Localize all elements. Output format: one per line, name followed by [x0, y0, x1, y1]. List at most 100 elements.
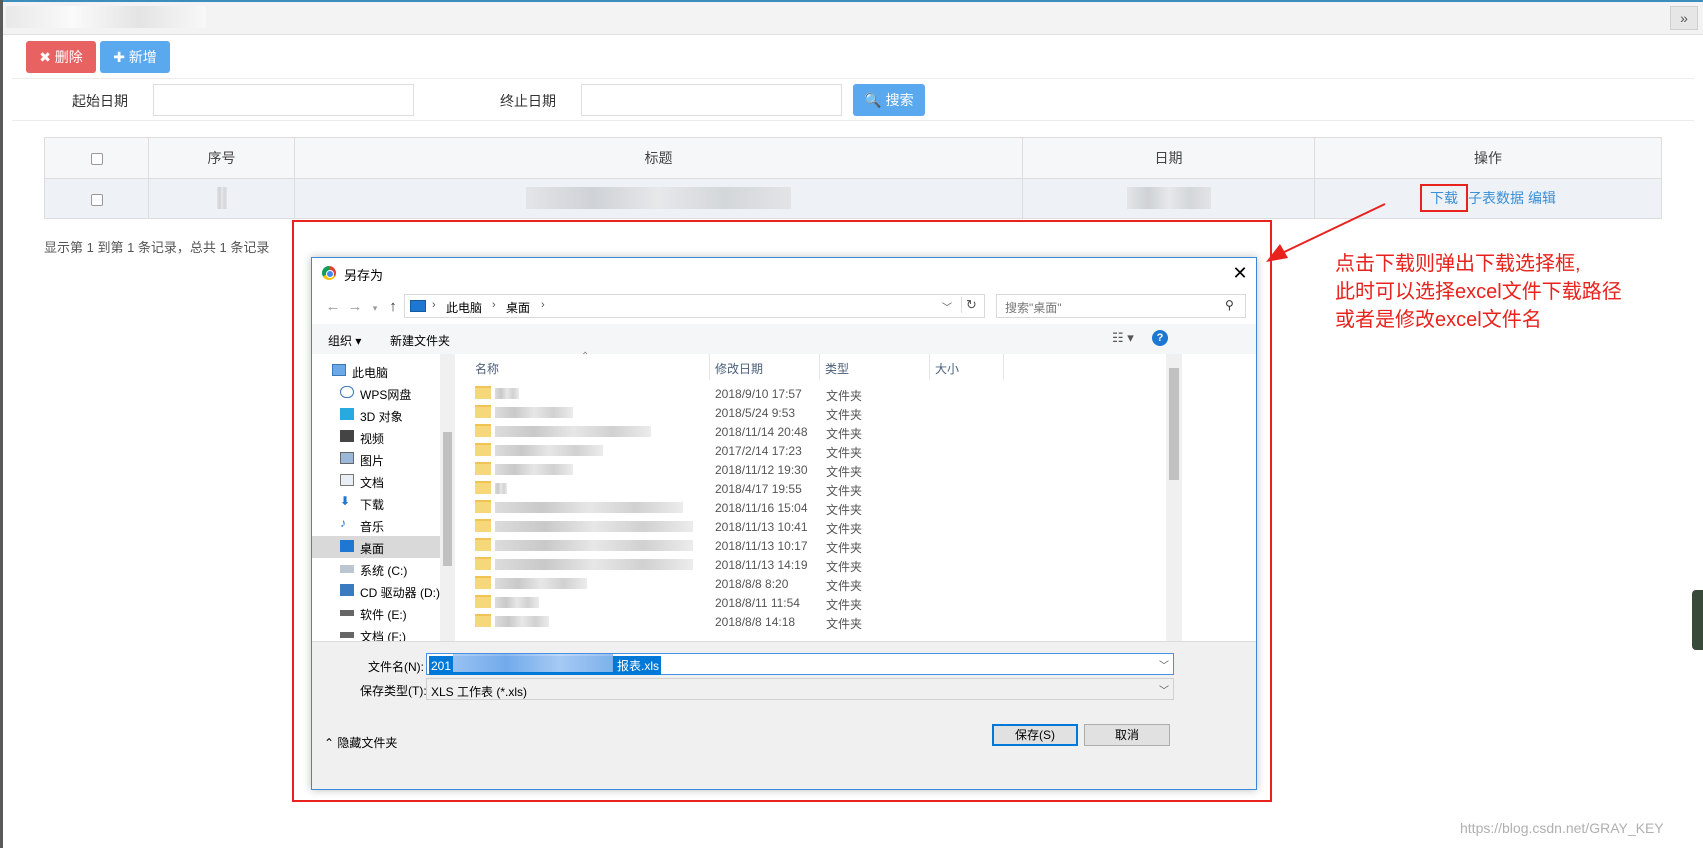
- search-icon[interactable]: ⚲: [1225, 298, 1234, 312]
- list-item[interactable]: 2018/4/17 19:55 文件夹: [469, 479, 1159, 498]
- file-list-scrollbar-thumb[interactable]: [1169, 368, 1179, 480]
- col-header-name[interactable]: 名称: [475, 360, 499, 377]
- list-item[interactable]: 2018/11/14 20:48 文件夹: [469, 422, 1159, 441]
- folder-icon: [475, 595, 491, 608]
- breadcrumb-desktop[interactable]: 桌面: [506, 299, 530, 316]
- nav-item-3d-objects[interactable]: 3D 对象: [312, 404, 440, 426]
- nav-item-drive-c[interactable]: 系统 (C:): [312, 558, 440, 580]
- download-link-highlight[interactable]: 下载: [1420, 184, 1469, 213]
- folder-icon: [475, 500, 491, 513]
- folder-icon: [475, 481, 491, 494]
- nav-item-drive-f[interactable]: 文档 (F:): [312, 624, 440, 641]
- add-button[interactable]: ✚ 新增: [100, 41, 170, 73]
- column-divider[interactable]: [1003, 354, 1004, 380]
- folder-icon: [475, 424, 491, 437]
- left-edge: [0, 0, 3, 848]
- search-button[interactable]: 🔍 搜索: [853, 84, 925, 116]
- nav-item-wps-cloud[interactable]: WPS网盘: [312, 382, 440, 404]
- list-item[interactable]: 2017/2/14 17:23 文件夹: [469, 441, 1159, 460]
- col-header-modified[interactable]: 修改日期: [715, 360, 763, 377]
- select-all-checkbox[interactable]: [90, 153, 103, 166]
- blurred-filename-overlay: [453, 654, 613, 672]
- tab-bar: [0, 0, 1703, 35]
- nav-item-documents[interactable]: 文档: [312, 470, 440, 492]
- back-arrow-icon[interactable]: ←: [324, 298, 342, 315]
- cd-drive-icon: [340, 584, 354, 596]
- list-item[interactable]: 2018/11/13 14:19 文件夹: [469, 555, 1159, 574]
- chevron-down-icon[interactable]: ﹀: [1159, 657, 1169, 672]
- side-widget[interactable]: [1692, 590, 1703, 650]
- delete-button[interactable]: ✖ 删除: [26, 41, 96, 73]
- breadcrumb-chevron-icon[interactable]: ›: [492, 299, 496, 311]
- list-item[interactable]: 2018/11/13 10:41 文件夹: [469, 517, 1159, 536]
- list-item[interactable]: 2018/11/12 19:30 文件夹: [469, 460, 1159, 479]
- column-divider[interactable]: [709, 354, 710, 380]
- folder-icon: [475, 614, 491, 627]
- help-icon[interactable]: ?: [1152, 330, 1168, 346]
- filename-label: 文件名(N):: [368, 660, 424, 674]
- col-header-type[interactable]: 类型: [825, 360, 849, 377]
- nav-item-drive-e[interactable]: 软件 (E:): [312, 602, 440, 624]
- chevron-down-icon[interactable]: ﹀: [1159, 682, 1169, 697]
- list-item[interactable]: 2018/8/11 11:54 文件夹: [469, 593, 1159, 612]
- end-date-label: 终止日期: [500, 93, 556, 109]
- row-checkbox[interactable]: [90, 193, 103, 206]
- forward-arrow-icon[interactable]: →: [346, 298, 364, 315]
- list-item[interactable]: 2018/5/24 9:53 文件夹: [469, 403, 1159, 422]
- nav-item-downloads[interactable]: ⬇ 下载: [312, 492, 440, 514]
- blurred-name: [495, 540, 693, 551]
- start-date-input[interactable]: [153, 84, 414, 116]
- close-icon[interactable]: ✕: [1229, 262, 1251, 284]
- nav-item-desktop[interactable]: 桌面: [312, 536, 440, 558]
- nav-item-this-pc[interactable]: 此电脑: [312, 360, 440, 382]
- hide-folders-toggle[interactable]: ⌃ 隐藏文件夹: [324, 734, 397, 751]
- history-dropdown-icon[interactable]: ▾: [366, 303, 384, 314]
- breadcrumb-chevron-icon[interactable]: ›: [432, 299, 436, 311]
- filename-input[interactable]: 201 报表.xls ﹀: [426, 653, 1174, 675]
- row-select-cell[interactable]: [44, 177, 149, 219]
- nav-item-videos[interactable]: 视频: [312, 426, 440, 448]
- list-item[interactable]: 2018/11/16 15:04 文件夹: [469, 498, 1159, 517]
- new-folder-button[interactable]: 新建文件夹: [390, 332, 450, 349]
- cancel-button[interactable]: 取消: [1084, 724, 1170, 746]
- column-divider[interactable]: [929, 354, 930, 380]
- download-link[interactable]: 下载: [1430, 190, 1458, 206]
- refresh-icon[interactable]: ↻: [961, 297, 977, 313]
- list-item[interactable]: 2018/11/13 10:17 文件夹: [469, 536, 1159, 555]
- breadcrumb-this-pc[interactable]: 此电脑: [446, 299, 482, 316]
- edit-link[interactable]: 编辑: [1528, 190, 1556, 206]
- file-list-header: 名称 ⌃ 修改日期 类型 大小: [469, 351, 1007, 380]
- folder-icon: [475, 519, 491, 532]
- breadcrumb-chevron-icon[interactable]: ›: [541, 299, 545, 311]
- end-date-input[interactable]: [581, 84, 842, 116]
- list-item[interactable]: 2018/8/8 8:20 文件夹: [469, 574, 1159, 593]
- row-title-cell: [294, 177, 1023, 219]
- blurred-value: [216, 187, 227, 210]
- address-bar[interactable]: › 此电脑 › 桌面 › ﹀ ↻: [404, 294, 985, 318]
- subtable-link[interactable]: 子表数据: [1468, 190, 1524, 206]
- chrome-icon: [322, 266, 336, 280]
- nav-item-pictures[interactable]: 图片: [312, 448, 440, 470]
- blurred-name: [495, 445, 603, 456]
- view-options-icon[interactable]: ☷ ▾: [1112, 330, 1134, 346]
- list-item[interactable]: 2018/9/10 17:57 文件夹: [469, 384, 1159, 403]
- document-icon: [340, 474, 354, 486]
- search-desktop-input[interactable]: 搜索"桌面" ⚲: [996, 294, 1246, 318]
- filetype-select[interactable]: XLS 工作表 (*.xls) ﹀: [426, 678, 1174, 700]
- navigation-scrollbar-thumb[interactable]: [443, 432, 452, 566]
- nav-item-music[interactable]: ♪ 音乐: [312, 514, 440, 536]
- nav-item-drive-d[interactable]: CD 驱动器 (D:): [312, 580, 440, 602]
- blurred-name: [495, 388, 519, 399]
- col-header-size[interactable]: 大小: [935, 360, 959, 377]
- save-button[interactable]: 保存(S): [992, 724, 1078, 746]
- up-arrow-icon[interactable]: ↑: [384, 298, 402, 315]
- search-placeholder: 搜索"桌面": [1005, 301, 1062, 315]
- select-all-cell[interactable]: [44, 137, 149, 179]
- organize-menu[interactable]: 组织 ▾: [328, 332, 361, 349]
- column-divider[interactable]: [819, 354, 820, 380]
- chevron-down-icon[interactable]: ﹀: [942, 299, 952, 314]
- tab-scroll-right-icon[interactable]: »: [1670, 6, 1698, 30]
- tab-title-blurred[interactable]: [6, 6, 206, 28]
- start-date-label: 起始日期: [72, 93, 128, 109]
- list-item[interactable]: 2018/8/8 14:18 文件夹: [469, 612, 1159, 631]
